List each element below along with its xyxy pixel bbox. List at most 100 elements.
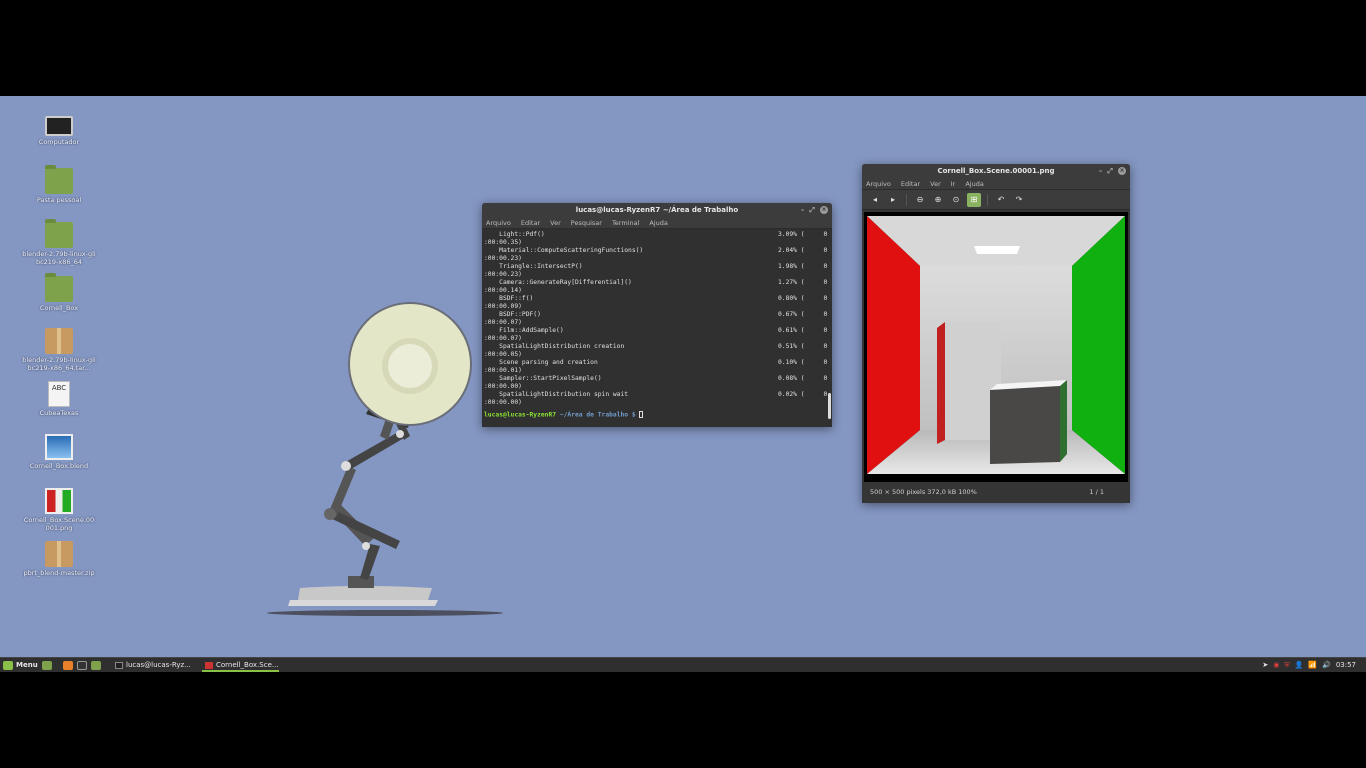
terminal-line: Triangle::IntersectP() 1.98% ( 0 xyxy=(484,263,832,271)
terminal-line-text: :00:00.35) xyxy=(484,239,522,246)
quicklaunch-files[interactable] xyxy=(91,658,101,672)
terminal-line: :00:00.07) xyxy=(484,335,832,343)
terminal-window[interactable]: lucas@lucas-RyzenR7 ~/Área de Trabalho –… xyxy=(482,203,832,427)
terminal-line-percent: 0.80% ( 0 xyxy=(778,295,828,302)
terminal-line-text: Scene parsing and creation xyxy=(484,359,598,366)
terminal-line-percent: 3.09% ( 0 xyxy=(778,231,828,238)
show-desktop-icon xyxy=(42,660,52,670)
toolbar-separator xyxy=(987,193,988,206)
desktop-icon-label: pbrt_blend-master.zip xyxy=(23,569,95,577)
terminal-line-text: :00:00.07) xyxy=(484,335,522,342)
clock[interactable]: 03:57 xyxy=(1336,661,1356,669)
terminal-titlebar[interactable]: lucas@lucas-RyzenR7 ~/Área de Trabalho –… xyxy=(482,203,832,217)
rotate-right-icon[interactable]: ↷ xyxy=(1012,193,1026,207)
terminal-line-text: :00:00.23) xyxy=(484,271,522,278)
menu-arquivo[interactable]: Arquivo xyxy=(486,217,511,228)
menu-ver[interactable]: Ver xyxy=(550,217,561,228)
image-canvas[interactable] xyxy=(864,212,1128,482)
terminal-line: Film::AddSample() 0.61% ( 0 xyxy=(484,327,832,335)
terminal-prompt[interactable]: lucas@lucas-RyzenR7 ~/Área de Trabalho $ xyxy=(484,411,832,419)
task-label: lucas@lucas-Ryz... xyxy=(126,661,191,669)
menu-editar[interactable]: Editar xyxy=(521,217,540,228)
user-icon[interactable]: 👤 xyxy=(1295,661,1304,669)
viewer-toolbar: ◂ ▸ ⊖ ⊕ ⊙ ⊞ ↶ ↷ xyxy=(862,190,1130,210)
desktop-icon-cornell-folder[interactable]: Cornell_Box xyxy=(22,273,96,312)
terminal-line-text: :00:00.00) xyxy=(484,399,522,406)
quicklaunch-terminal[interactable] xyxy=(77,658,87,672)
minimize-icon[interactable]: – xyxy=(801,203,805,217)
terminal-line-percent: 0.10% ( 0 xyxy=(778,359,828,366)
terminal-output[interactable]: Light::Pdf() 3.09% ( 0:00:00.35) Material… xyxy=(482,229,832,427)
desktop-icon-label: blender-2.79b-linux-glibc219-x86_64.tar.… xyxy=(22,356,96,372)
page-indicator: 1 / 1 xyxy=(1089,488,1104,496)
volume-icon[interactable]: 🔊 xyxy=(1322,661,1331,669)
menu-ver[interactable]: Ver xyxy=(930,178,941,189)
taskbar: Menu lucas@lucas-Ryz... Cornell_Box.Sce.… xyxy=(0,657,1366,672)
terminal-scrollbar[interactable] xyxy=(828,393,831,419)
maximize-icon[interactable]: ⤢ xyxy=(809,203,815,217)
close-icon[interactable]: × xyxy=(820,206,828,214)
home-folder-icon xyxy=(45,165,73,194)
menu-ir[interactable]: Ir xyxy=(951,178,956,189)
terminal-line: Sampler::StartPixelSample() 0.08% ( 0 xyxy=(484,375,832,383)
terminal-line: SpatialLightDistribution spin wait 0.02% … xyxy=(484,391,832,399)
menu-terminal[interactable]: Terminal xyxy=(612,217,639,228)
quicklaunch-firefox[interactable] xyxy=(63,658,73,672)
shield-icon[interactable]: ⛨ xyxy=(1284,661,1289,670)
desktop-icon-label: Computador xyxy=(38,138,80,146)
desktop-icon-home[interactable]: Pasta pessoal xyxy=(22,165,96,204)
png-file-icon xyxy=(45,488,73,514)
menu-pesquisar[interactable]: Pesquisar xyxy=(571,217,602,228)
image-info: 500 × 500 pixels 372,0 kB 100% xyxy=(870,488,977,496)
desktop-icon-label: Cornell_Box.Scene.00001.png xyxy=(23,516,95,532)
menu-ajuda[interactable]: Ajuda xyxy=(965,178,983,189)
minimize-icon[interactable]: – xyxy=(1099,164,1103,178)
menu-button[interactable]: Menu xyxy=(3,658,38,672)
quicklaunch-desktop[interactable] xyxy=(42,658,52,672)
close-icon[interactable]: × xyxy=(1118,167,1126,175)
terminal-line: :00:00.14) xyxy=(484,287,832,295)
back-arrow-icon[interactable]: ◂ xyxy=(868,193,882,207)
menu-editar[interactable]: Editar xyxy=(901,178,920,189)
update-icon[interactable]: ◉ xyxy=(1273,661,1279,669)
zoom-best-fit-icon[interactable]: ⊞ xyxy=(967,192,981,207)
wallpaper-lamp xyxy=(267,302,503,616)
terminal-line-percent: 2.04% ( 0 xyxy=(778,247,828,254)
folder-icon xyxy=(45,273,73,302)
terminal-line-percent: 0.61% ( 0 xyxy=(778,327,828,334)
network-icon[interactable]: 📶 xyxy=(1308,661,1317,669)
terminal-line-text: Film::AddSample() xyxy=(484,327,564,334)
files-icon xyxy=(91,660,101,670)
desktop-icon-computer[interactable]: Computador xyxy=(22,112,96,146)
image-viewer-icon xyxy=(205,661,213,669)
desktop-icon-blender-folder[interactable]: blender-2.79b-linux-glibc219-x86_64 xyxy=(22,219,96,266)
menu-ajuda[interactable]: Ajuda xyxy=(649,217,667,228)
menu-arquivo[interactable]: Arquivo xyxy=(866,178,891,189)
desktop-icon-png[interactable]: Cornell_Box.Scene.00001.png xyxy=(22,488,96,532)
firefox-icon xyxy=(63,660,73,670)
image-viewer-window[interactable]: Cornell_Box.Scene.00001.png – ⤢ × Arquiv… xyxy=(862,164,1130,503)
archive-icon xyxy=(45,328,73,354)
desktop-icon-blend[interactable]: Cornell_Box.blend xyxy=(22,434,96,470)
pointer-icon: ➤ xyxy=(1262,661,1269,669)
toolbar-separator xyxy=(906,193,907,206)
task-image-viewer[interactable]: Cornell_Box.Sce... xyxy=(202,658,279,672)
terminal-line-percent: 0.02% ( 0 xyxy=(778,391,828,398)
viewer-titlebar[interactable]: Cornell_Box.Scene.00001.png – ⤢ × xyxy=(862,164,1130,178)
desktop-icon-zip[interactable]: pbrt_blend-master.zip xyxy=(22,541,96,577)
desktop-icon-blender-archive[interactable]: blender-2.79b-linux-glibc219-x86_64.tar.… xyxy=(22,328,96,372)
screen: Computador Pasta pessoal blender-2.79b-l… xyxy=(0,0,1366,768)
desktop-icon-text[interactable]: ABC CubeaTexas xyxy=(22,381,96,417)
task-label: Cornell_Box.Sce... xyxy=(216,661,279,669)
forward-arrow-icon[interactable]: ▸ xyxy=(886,193,900,207)
zoom-in-icon[interactable]: ⊕ xyxy=(931,193,945,207)
maximize-icon[interactable]: ⤢ xyxy=(1107,164,1113,178)
desktop-icon-label: blender-2.79b-linux-glibc219-x86_64 xyxy=(22,250,96,266)
menu-label: Menu xyxy=(16,661,38,669)
zoom-fit-icon[interactable]: ⊙ xyxy=(949,193,963,207)
task-terminal[interactable]: lucas@lucas-Ryz... xyxy=(112,658,191,672)
zoom-out-icon[interactable]: ⊖ xyxy=(913,193,927,207)
rotate-left-icon[interactable]: ↶ xyxy=(994,193,1008,207)
terminal-line: :00:00.01) xyxy=(484,367,832,375)
desktop-icon-label: Pasta pessoal xyxy=(36,196,82,204)
